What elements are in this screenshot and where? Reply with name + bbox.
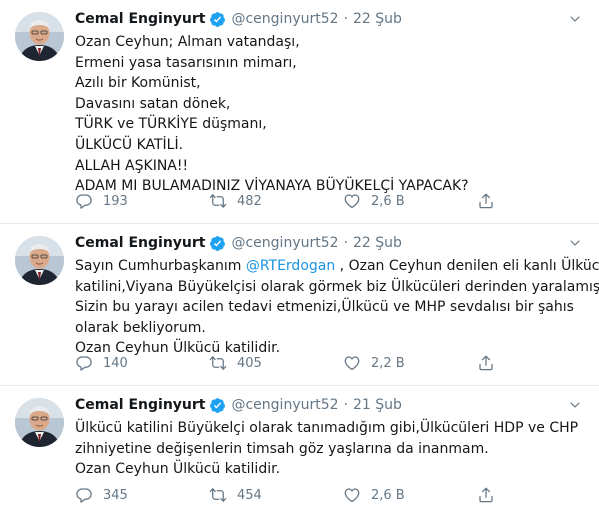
- separator-dot: ·: [343, 235, 348, 251]
- reply-icon: [75, 192, 93, 210]
- share-button[interactable]: [477, 192, 505, 210]
- tweet-text-segment: Sayın Cumhurbaşkanım: [75, 258, 246, 274]
- share-icon: [477, 354, 495, 372]
- avatar[interactable]: [15, 12, 64, 61]
- tweet[interactable]: Cemal Enginyurt @cenginyurt52 · 21 Şub Ü…: [0, 386, 599, 519]
- verified-badge-icon: [209, 235, 226, 252]
- retweet-button[interactable]: 454: [209, 486, 343, 504]
- avatar[interactable]: [15, 236, 64, 285]
- tweet-timestamp[interactable]: 21 Şub: [353, 397, 402, 413]
- share-button[interactable]: [477, 354, 505, 372]
- reply-count: 193: [103, 193, 128, 209]
- tweet-text-line: Ozan Ceyhun; Alman vatandaşı,: [75, 34, 300, 50]
- tweet-actions: 345 454 2,6 B: [75, 486, 585, 504]
- more-options-button[interactable]: [565, 9, 585, 29]
- author-handle[interactable]: @cenginyurt52: [231, 11, 338, 27]
- tweet-timestamp[interactable]: 22 Şub: [353, 235, 402, 251]
- like-button[interactable]: 2,6 B: [343, 192, 477, 210]
- tweet-text: Ozan Ceyhun; Alman vatandaşı, Ermeni yas…: [75, 32, 585, 197]
- author-name[interactable]: Cemal Enginyurt: [75, 11, 205, 27]
- tweet-text-line: Sayın Cumhurbaşkanım @RTErdogan , Ozan C…: [75, 256, 599, 277]
- tweet-text-line: Ermeni yasa tasarısının mimarı,: [75, 54, 297, 71]
- tweet-text: Ülkücü katilini Büyükelçi olarak tanımad…: [75, 418, 585, 480]
- heart-icon: [343, 486, 361, 504]
- tweet-text-segment: , Ozan Ceyhun denilen eli kanlı Ülkücü: [335, 258, 599, 274]
- chevron-down-icon: [567, 235, 583, 251]
- author-handle[interactable]: @cenginyurt52: [231, 397, 338, 413]
- reply-button[interactable]: 140: [75, 354, 209, 372]
- author-handle[interactable]: @cenginyurt52: [231, 235, 338, 251]
- tweet-text-line: Ülkücü katilini Büyükelçi olarak tanımad…: [75, 420, 579, 436]
- share-button[interactable]: [477, 486, 505, 504]
- tweet-text-line: katilini,Viyana Büyükelçisi olarak görme…: [75, 278, 599, 295]
- tweet[interactable]: Cemal Enginyurt @cenginyurt52 · 22 Şub O…: [0, 0, 599, 224]
- like-count: 2,6 B: [371, 487, 405, 503]
- retweet-count: 482: [237, 193, 262, 209]
- tweet-text-line: Ozan Ceyhun Ülkücü katilidir.: [75, 461, 281, 478]
- tweet-content: Cemal Enginyurt @cenginyurt52 · 22 Şub S…: [75, 233, 599, 359]
- more-options-button[interactable]: [565, 233, 585, 253]
- like-button[interactable]: 2,2 B: [343, 354, 477, 372]
- retweet-count: 405: [237, 355, 262, 371]
- tweet-text-line: Sizin bu yarayı acilen tedavi etmenizi,Ü…: [75, 299, 574, 316]
- tweet-header: Cemal Enginyurt @cenginyurt52 · 22 Şub: [75, 9, 585, 29]
- verified-badge-icon: [209, 397, 226, 414]
- tweet-actions: 193 482 2,6 B: [75, 192, 585, 210]
- author-name[interactable]: Cemal Enginyurt: [75, 235, 205, 251]
- retweet-icon: [209, 354, 227, 372]
- tweet-text-line: ALLAH AŞKINA!!: [75, 157, 189, 174]
- retweet-count: 454: [237, 487, 262, 503]
- reply-button[interactable]: 345: [75, 486, 209, 504]
- avatar[interactable]: [15, 398, 64, 447]
- like-button[interactable]: 2,6 B: [343, 486, 477, 504]
- tweet-text-line: ÜLKÜCÜ KATİLİ.: [75, 136, 184, 153]
- tweet-text-line: olarak bekliyorum.: [75, 319, 206, 336]
- tweet-content: Cemal Enginyurt @cenginyurt52 · 22 Şub O…: [75, 9, 585, 197]
- tweet-text-line: zihniyetine değişenlerin timsah göz yaşl…: [75, 440, 489, 457]
- reply-icon: [75, 354, 93, 372]
- heart-icon: [343, 354, 361, 372]
- more-options-button[interactable]: [565, 395, 585, 415]
- share-icon: [477, 486, 495, 504]
- tweet-header: Cemal Enginyurt @cenginyurt52 · 21 Şub: [75, 395, 585, 415]
- tweet-actions: 140 405 2,2 B: [75, 354, 585, 372]
- like-count: 2,6 B: [371, 193, 405, 209]
- share-icon: [477, 192, 495, 210]
- tweet-text: Sayın Cumhurbaşkanım @RTErdogan , Ozan C…: [75, 256, 599, 359]
- chevron-down-icon: [567, 11, 583, 27]
- tweet-text-line: Azılı bir Komünist,: [75, 75, 201, 92]
- tweet[interactable]: Cemal Enginyurt @cenginyurt52 · 22 Şub S…: [0, 224, 599, 386]
- separator-dot: ·: [343, 11, 348, 27]
- verified-badge-icon: [209, 11, 226, 28]
- like-count: 2,2 B: [371, 355, 405, 371]
- retweet-icon: [209, 192, 227, 210]
- retweet-icon: [209, 486, 227, 504]
- tweet-timestamp[interactable]: 22 Şub: [353, 11, 402, 27]
- reply-count: 140: [103, 355, 128, 371]
- reply-icon: [75, 486, 93, 504]
- chevron-down-icon: [567, 397, 583, 413]
- reply-button[interactable]: 193: [75, 192, 209, 210]
- separator-dot: ·: [343, 397, 348, 413]
- heart-icon: [343, 192, 361, 210]
- retweet-button[interactable]: 482: [209, 192, 343, 210]
- tweet-header: Cemal Enginyurt @cenginyurt52 · 22 Şub: [75, 233, 585, 253]
- tweet-feed: Cemal Enginyurt @cenginyurt52 · 22 Şub O…: [0, 0, 599, 519]
- tweet-content: Cemal Enginyurt @cenginyurt52 · 21 Şub Ü…: [75, 395, 585, 480]
- tweet-text-line: TÜRK ve TÜRKİYE düşmanı,: [75, 116, 267, 133]
- reply-count: 345: [103, 487, 128, 503]
- retweet-button[interactable]: 405: [209, 354, 343, 372]
- author-name[interactable]: Cemal Enginyurt: [75, 397, 205, 413]
- tweet-text-line: Davasını satan dönek,: [75, 95, 231, 112]
- mention-link[interactable]: @RTErdogan: [246, 258, 335, 274]
